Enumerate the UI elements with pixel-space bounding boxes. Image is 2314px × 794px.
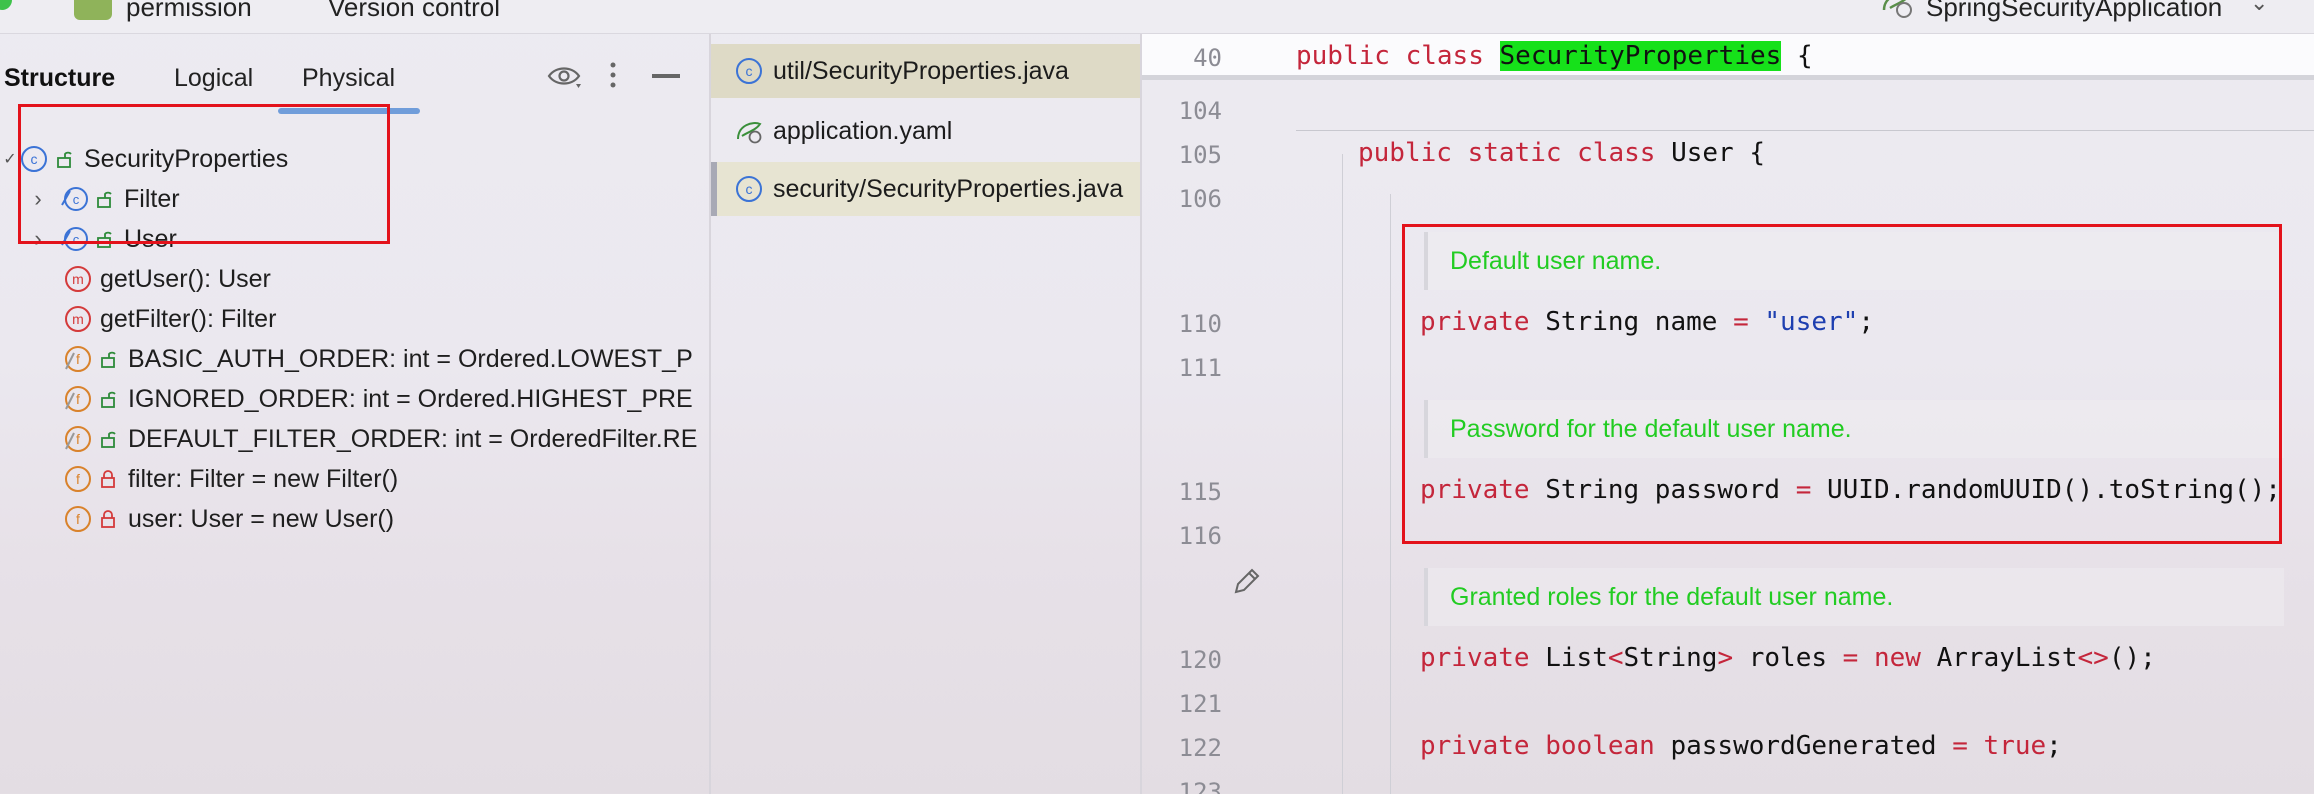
structure-title: Structure [4, 64, 116, 92]
chevron-down-icon[interactable]: ✓ [0, 149, 20, 169]
svg-text:m: m [72, 311, 84, 327]
svg-text:f: f [76, 391, 80, 407]
private-lock-icon [101, 510, 115, 528]
public-access-icon [101, 431, 116, 448]
tree-row-field[interactable]: f filter: Filter = new Filter() [64, 460, 398, 498]
highlighted-class-name: SecurityProperties [1499, 41, 1782, 71]
method-icon: m [65, 306, 91, 332]
line-number: 116 [1178, 522, 1222, 550]
code-line: private List<String> roles = new ArrayLi… [1420, 643, 2156, 673]
constant-field-icon: f [65, 346, 91, 372]
svg-text:f: f [76, 351, 80, 367]
line-number: 115 [1178, 478, 1222, 506]
svg-text:f: f [76, 471, 80, 487]
file-tabs: c util/SecurityProperties.java applicati… [711, 34, 1141, 794]
file-tab-label: util/SecurityProperties.java [773, 56, 1069, 85]
field-icon: f [65, 506, 91, 532]
doc-comment[interactable]: Granted roles for the default user name. [1424, 568, 2284, 626]
file-tab-label: application.yaml [773, 116, 953, 145]
tree-row-method[interactable]: m getFilter(): Filter [64, 300, 276, 338]
line-number: 104 [1178, 97, 1222, 125]
tree-label: filter: Filter = new Filter() [128, 464, 399, 493]
spring-yaml-icon [737, 122, 762, 144]
public-access-icon [101, 391, 116, 408]
more-options-icon[interactable] [606, 60, 620, 90]
tree-row-field[interactable]: f user: User = new User() [64, 500, 394, 538]
file-tab-security-securityproperties[interactable]: c security/SecurityProperties.java [711, 162, 1141, 216]
pencil-icon[interactable] [1230, 564, 1264, 598]
tree-label: getUser(): User [100, 264, 271, 293]
sticky-code-line: public class SecurityProperties { [1296, 41, 1813, 71]
indent-guide [1342, 154, 1343, 794]
file-tab-application-yaml[interactable]: application.yaml [711, 104, 1141, 158]
minimize-icon[interactable] [652, 74, 680, 78]
svg-text:f: f [76, 431, 80, 447]
line-number: 105 [1178, 141, 1222, 169]
structure-panel: Structure Logical Physical ✓ c SecurityP… [0, 34, 710, 794]
eye-icon[interactable] [546, 62, 582, 92]
method-icon: m [65, 266, 91, 292]
code-line: public static class User { [1358, 138, 1766, 168]
svg-text:m: m [72, 271, 84, 287]
constant-field-icon: f [65, 386, 91, 412]
constant-field-icon: f [65, 426, 91, 452]
code-editor[interactable]: 40 public class SecurityProperties { 104… [1142, 34, 2314, 794]
file-tab-util-securityproperties[interactable]: c util/SecurityProperties.java [711, 44, 1141, 98]
file-tab-label: security/SecurityProperties.java [773, 174, 1124, 203]
project-badge-icon[interactable] [74, 0, 112, 20]
svg-text:f: f [76, 511, 80, 527]
tree-label: BASIC_AUTH_ORDER: int = Ordered.LOWEST_P [128, 344, 693, 373]
indent-guide [1390, 194, 1391, 794]
tab-logical[interactable]: Logical [174, 64, 253, 93]
line-number: 122 [1178, 734, 1222, 762]
svg-text:c: c [746, 63, 753, 79]
tree-row-constant[interactable]: f BASIC_AUTH_ORDER: int = Ordered.LOWEST… [64, 340, 693, 378]
window-close-dot[interactable] [0, 0, 12, 10]
tree-label: user: User = new User() [128, 504, 395, 533]
tree-row-method[interactable]: m getUser(): User [64, 260, 271, 298]
spring-run-config-icon[interactable] [1880, 0, 1916, 18]
run-config-name[interactable]: SpringSecurityApplication [1926, 0, 2222, 23]
sticky-header[interactable]: 40 public class SecurityProperties { [1142, 34, 2314, 80]
svg-text:c: c [746, 181, 753, 197]
line-number: 40 [1193, 44, 1222, 72]
code-line: private boolean passwordGenerated = true… [1420, 731, 2062, 761]
tree-label: IGNORED_ORDER: int = Ordered.HIGHEST_PRE [128, 384, 693, 413]
project-name[interactable]: permission [126, 0, 252, 23]
version-control-menu[interactable]: Version control [328, 0, 500, 23]
tab-physical[interactable]: Physical [302, 64, 395, 93]
line-number: 121 [1178, 690, 1222, 718]
class-icon: c [736, 176, 762, 202]
tree-row-constant[interactable]: f DEFAULT_FILTER_ORDER: int = OrderedFil… [64, 420, 697, 458]
public-access-icon [101, 351, 116, 368]
line-number: 106 [1178, 185, 1222, 213]
private-lock-icon [101, 470, 115, 488]
line-number: 110 [1178, 310, 1222, 338]
line-number: 111 [1178, 354, 1222, 382]
chevron-down-icon[interactable]: ⌄ [2250, 0, 2268, 16]
line-number: 120 [1178, 646, 1222, 674]
field-icon: f [65, 466, 91, 492]
annotation-box [1402, 224, 2282, 544]
tree-label: getFilter(): Filter [100, 304, 277, 333]
class-icon: c [736, 58, 762, 84]
tree-row-constant[interactable]: f IGNORED_ORDER: int = Ordered.HIGHEST_P… [64, 380, 693, 418]
line-number: 123 [1178, 778, 1222, 794]
method-separator [1296, 130, 2314, 131]
annotation-box [18, 104, 390, 244]
tree-label: DEFAULT_FILTER_ORDER: int = OrderedFilte… [128, 424, 698, 453]
title-bar: permission Version control SpringSecurit… [0, 0, 2314, 34]
